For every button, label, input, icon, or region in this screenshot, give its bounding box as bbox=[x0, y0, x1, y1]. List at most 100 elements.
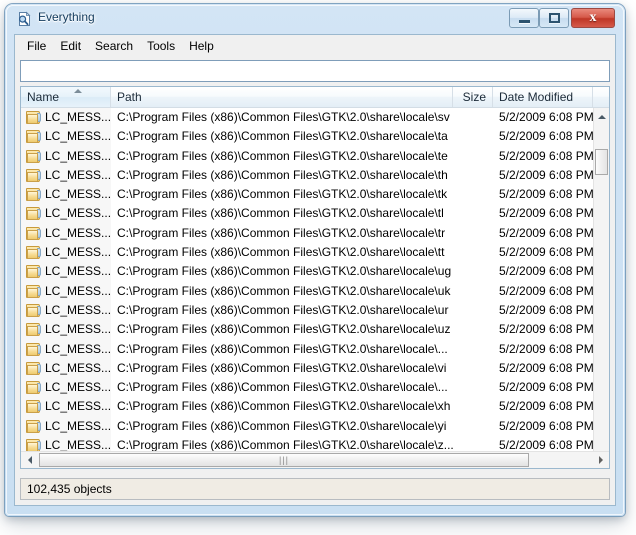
column-header-size[interactable]: Size bbox=[453, 87, 493, 107]
cell-size bbox=[453, 359, 493, 378]
search-input[interactable] bbox=[24, 63, 608, 81]
table-row[interactable]: LC_MESS... C:\Program Files (x86)\Common … bbox=[21, 223, 593, 244]
column-header-name-label: Name bbox=[27, 90, 60, 104]
horizontal-scroll-thumb[interactable]: ||| bbox=[39, 453, 529, 467]
table-row[interactable]: LC_MESS... C:\Program Files (x86)\Common … bbox=[21, 146, 593, 166]
chevron-up-icon bbox=[597, 114, 606, 119]
vertical-scroll-thumb[interactable] bbox=[595, 149, 608, 175]
folder-icon bbox=[26, 400, 41, 414]
minimize-button[interactable] bbox=[509, 8, 539, 28]
cell-size bbox=[453, 320, 493, 339]
maximize-button[interactable] bbox=[539, 8, 569, 28]
cell-date-modified: 5/2/2009 6:08 PM bbox=[499, 399, 593, 414]
cell-path: C:\Program Files (x86)\Common Files\GTK\… bbox=[117, 399, 451, 414]
table-row[interactable]: LC_MESS... C:\Program Files (x86)\Common … bbox=[21, 358, 593, 379]
folder-icon bbox=[26, 265, 41, 279]
column-header-date-modified[interactable]: Date Modified bbox=[493, 87, 593, 107]
cell-date-modified: 5/2/2009 6:08 PM bbox=[499, 167, 593, 182]
cell-name-label: LC_MESS... bbox=[45, 167, 111, 182]
scroll-up-button[interactable] bbox=[594, 108, 609, 125]
cell-path: C:\Program Files (x86)\Common Files\GTK\… bbox=[117, 245, 445, 260]
cell-size bbox=[453, 147, 493, 166]
folder-icon bbox=[26, 361, 41, 375]
table-row[interactable]: LC_MESS... C:\Program Files (x86)\Common … bbox=[21, 339, 593, 359]
cell-name: LC_MESS... bbox=[21, 108, 111, 128]
column-header-name[interactable]: Name bbox=[21, 87, 111, 107]
search-box[interactable] bbox=[20, 60, 610, 82]
menu-item-edit[interactable]: Edit bbox=[53, 37, 88, 55]
cell-path: C:\Program Files (x86)\Common Files\GTK\… bbox=[117, 225, 446, 240]
everything-window: Everything x File Edit Search Tools Help bbox=[5, 4, 625, 516]
cell-size bbox=[453, 378, 493, 397]
folder-icon bbox=[26, 284, 41, 298]
cell-size bbox=[453, 417, 493, 436]
menu-item-search[interactable]: Search bbox=[88, 37, 140, 55]
cell-name: LC_MESS... bbox=[21, 146, 111, 166]
cell-date-modified: 5/2/2009 6:08 PM bbox=[499, 322, 593, 337]
close-button[interactable]: x bbox=[571, 8, 615, 28]
cell-size bbox=[453, 108, 493, 127]
cell-path: C:\Program Files (x86)\Common Files\GTK\… bbox=[117, 110, 450, 124]
scroll-left-button[interactable] bbox=[21, 452, 38, 468]
cell-name: LC_MESS... bbox=[21, 339, 111, 359]
table-row[interactable]: LC_MESS... C:\Program Files (x86)\Common … bbox=[21, 262, 593, 282]
table-row[interactable]: LC_MESS... C:\Program Files (x86)\Common … bbox=[21, 320, 593, 340]
menu-item-tools[interactable]: Tools bbox=[140, 37, 182, 55]
cell-name: LC_MESS... bbox=[21, 223, 111, 244]
menu-bar: File Edit Search Tools Help bbox=[15, 35, 615, 57]
cell-size bbox=[453, 301, 493, 320]
cell-date-modified: 5/2/2009 6:08 PM bbox=[499, 225, 593, 240]
chevron-right-icon bbox=[598, 456, 603, 464]
horizontal-scrollbar[interactable]: ||| bbox=[21, 451, 609, 468]
cell-name: LC_MESS... bbox=[21, 204, 111, 224]
table-row[interactable]: LC_MESS... C:\Program Files (x86)\Common … bbox=[21, 281, 593, 301]
table-row[interactable]: LC_MESS... C:\Program Files (x86)\Common … bbox=[21, 378, 593, 398]
cell-size bbox=[453, 166, 493, 185]
cell-path: C:\Program Files (x86)\Common Files\GTK\… bbox=[117, 418, 447, 433]
table-row[interactable]: LC_MESS... C:\Program Files (x86)\Common … bbox=[21, 300, 593, 321]
title-bar[interactable]: Everything x bbox=[5, 4, 625, 34]
maximize-icon bbox=[540, 9, 568, 27]
sort-ascending-icon bbox=[74, 89, 82, 93]
close-icon: x bbox=[589, 10, 597, 25]
table-row[interactable]: LC_MESS... C:\Program Files (x86)\Common … bbox=[21, 243, 593, 263]
folder-icon bbox=[26, 303, 41, 317]
menu-item-file[interactable]: File bbox=[20, 37, 53, 55]
chevron-left-icon bbox=[27, 456, 32, 464]
cell-name-label: LC_MESS... bbox=[45, 110, 111, 124]
menu-item-help[interactable]: Help bbox=[182, 37, 221, 55]
vertical-scrollbar[interactable] bbox=[593, 108, 609, 453]
scroll-right-button[interactable] bbox=[592, 452, 609, 468]
table-row[interactable]: LC_MESS... C:\Program Files (x86)\Common … bbox=[21, 397, 593, 417]
cell-name-label: LC_MESS... bbox=[45, 380, 111, 395]
status-bar: 102,435 objects bbox=[20, 478, 610, 500]
table-row[interactable]: LC_MESS... C:\Program Files (x86)\Common … bbox=[21, 108, 593, 128]
cell-name: LC_MESS... bbox=[21, 320, 111, 340]
folder-icon bbox=[26, 381, 41, 395]
cell-path: C:\Program Files (x86)\Common Files\GTK\… bbox=[117, 187, 448, 202]
table-row[interactable]: LC_MESS... C:\Program Files (x86)\Common … bbox=[21, 127, 593, 147]
table-row[interactable]: LC_MESS... C:\Program Files (x86)\Common … bbox=[21, 416, 593, 437]
cell-name-label: LC_MESS... bbox=[45, 399, 111, 414]
cell-name-label: LC_MESS... bbox=[45, 438, 111, 453]
folder-icon bbox=[26, 226, 41, 240]
cell-date-modified: 5/2/2009 6:08 PM bbox=[499, 360, 593, 375]
cell-name: LC_MESS... bbox=[21, 262, 111, 282]
cell-name: LC_MESS... bbox=[21, 358, 111, 379]
cell-path: C:\Program Files (x86)\Common Files\GTK\… bbox=[117, 341, 448, 356]
table-row[interactable]: LC_MESS... C:\Program Files (x86)\Common … bbox=[21, 204, 593, 224]
column-header-path[interactable]: Path bbox=[111, 87, 453, 107]
folder-icon bbox=[26, 111, 41, 124]
cell-date-modified: 5/2/2009 6:08 PM bbox=[499, 110, 593, 124]
cell-name-label: LC_MESS... bbox=[45, 302, 111, 317]
results-list-view: Name Path Size Date Modified LC_MESS... C… bbox=[20, 86, 610, 469]
cell-date-modified: 5/2/2009 6:08 PM bbox=[499, 302, 593, 317]
window-title: Everything bbox=[38, 10, 95, 24]
cell-name-label: LC_MESS... bbox=[45, 148, 111, 163]
cell-path: C:\Program Files (x86)\Common Files\GTK\… bbox=[117, 206, 444, 221]
table-row[interactable]: LC_MESS... C:\Program Files (x86)\Common … bbox=[21, 165, 593, 186]
cell-path: C:\Program Files (x86)\Common Files\GTK\… bbox=[117, 360, 447, 375]
cell-name-label: LC_MESS... bbox=[45, 264, 111, 279]
table-row[interactable]: LC_MESS... C:\Program Files (x86)\Common … bbox=[21, 185, 593, 205]
folder-icon bbox=[26, 168, 41, 182]
